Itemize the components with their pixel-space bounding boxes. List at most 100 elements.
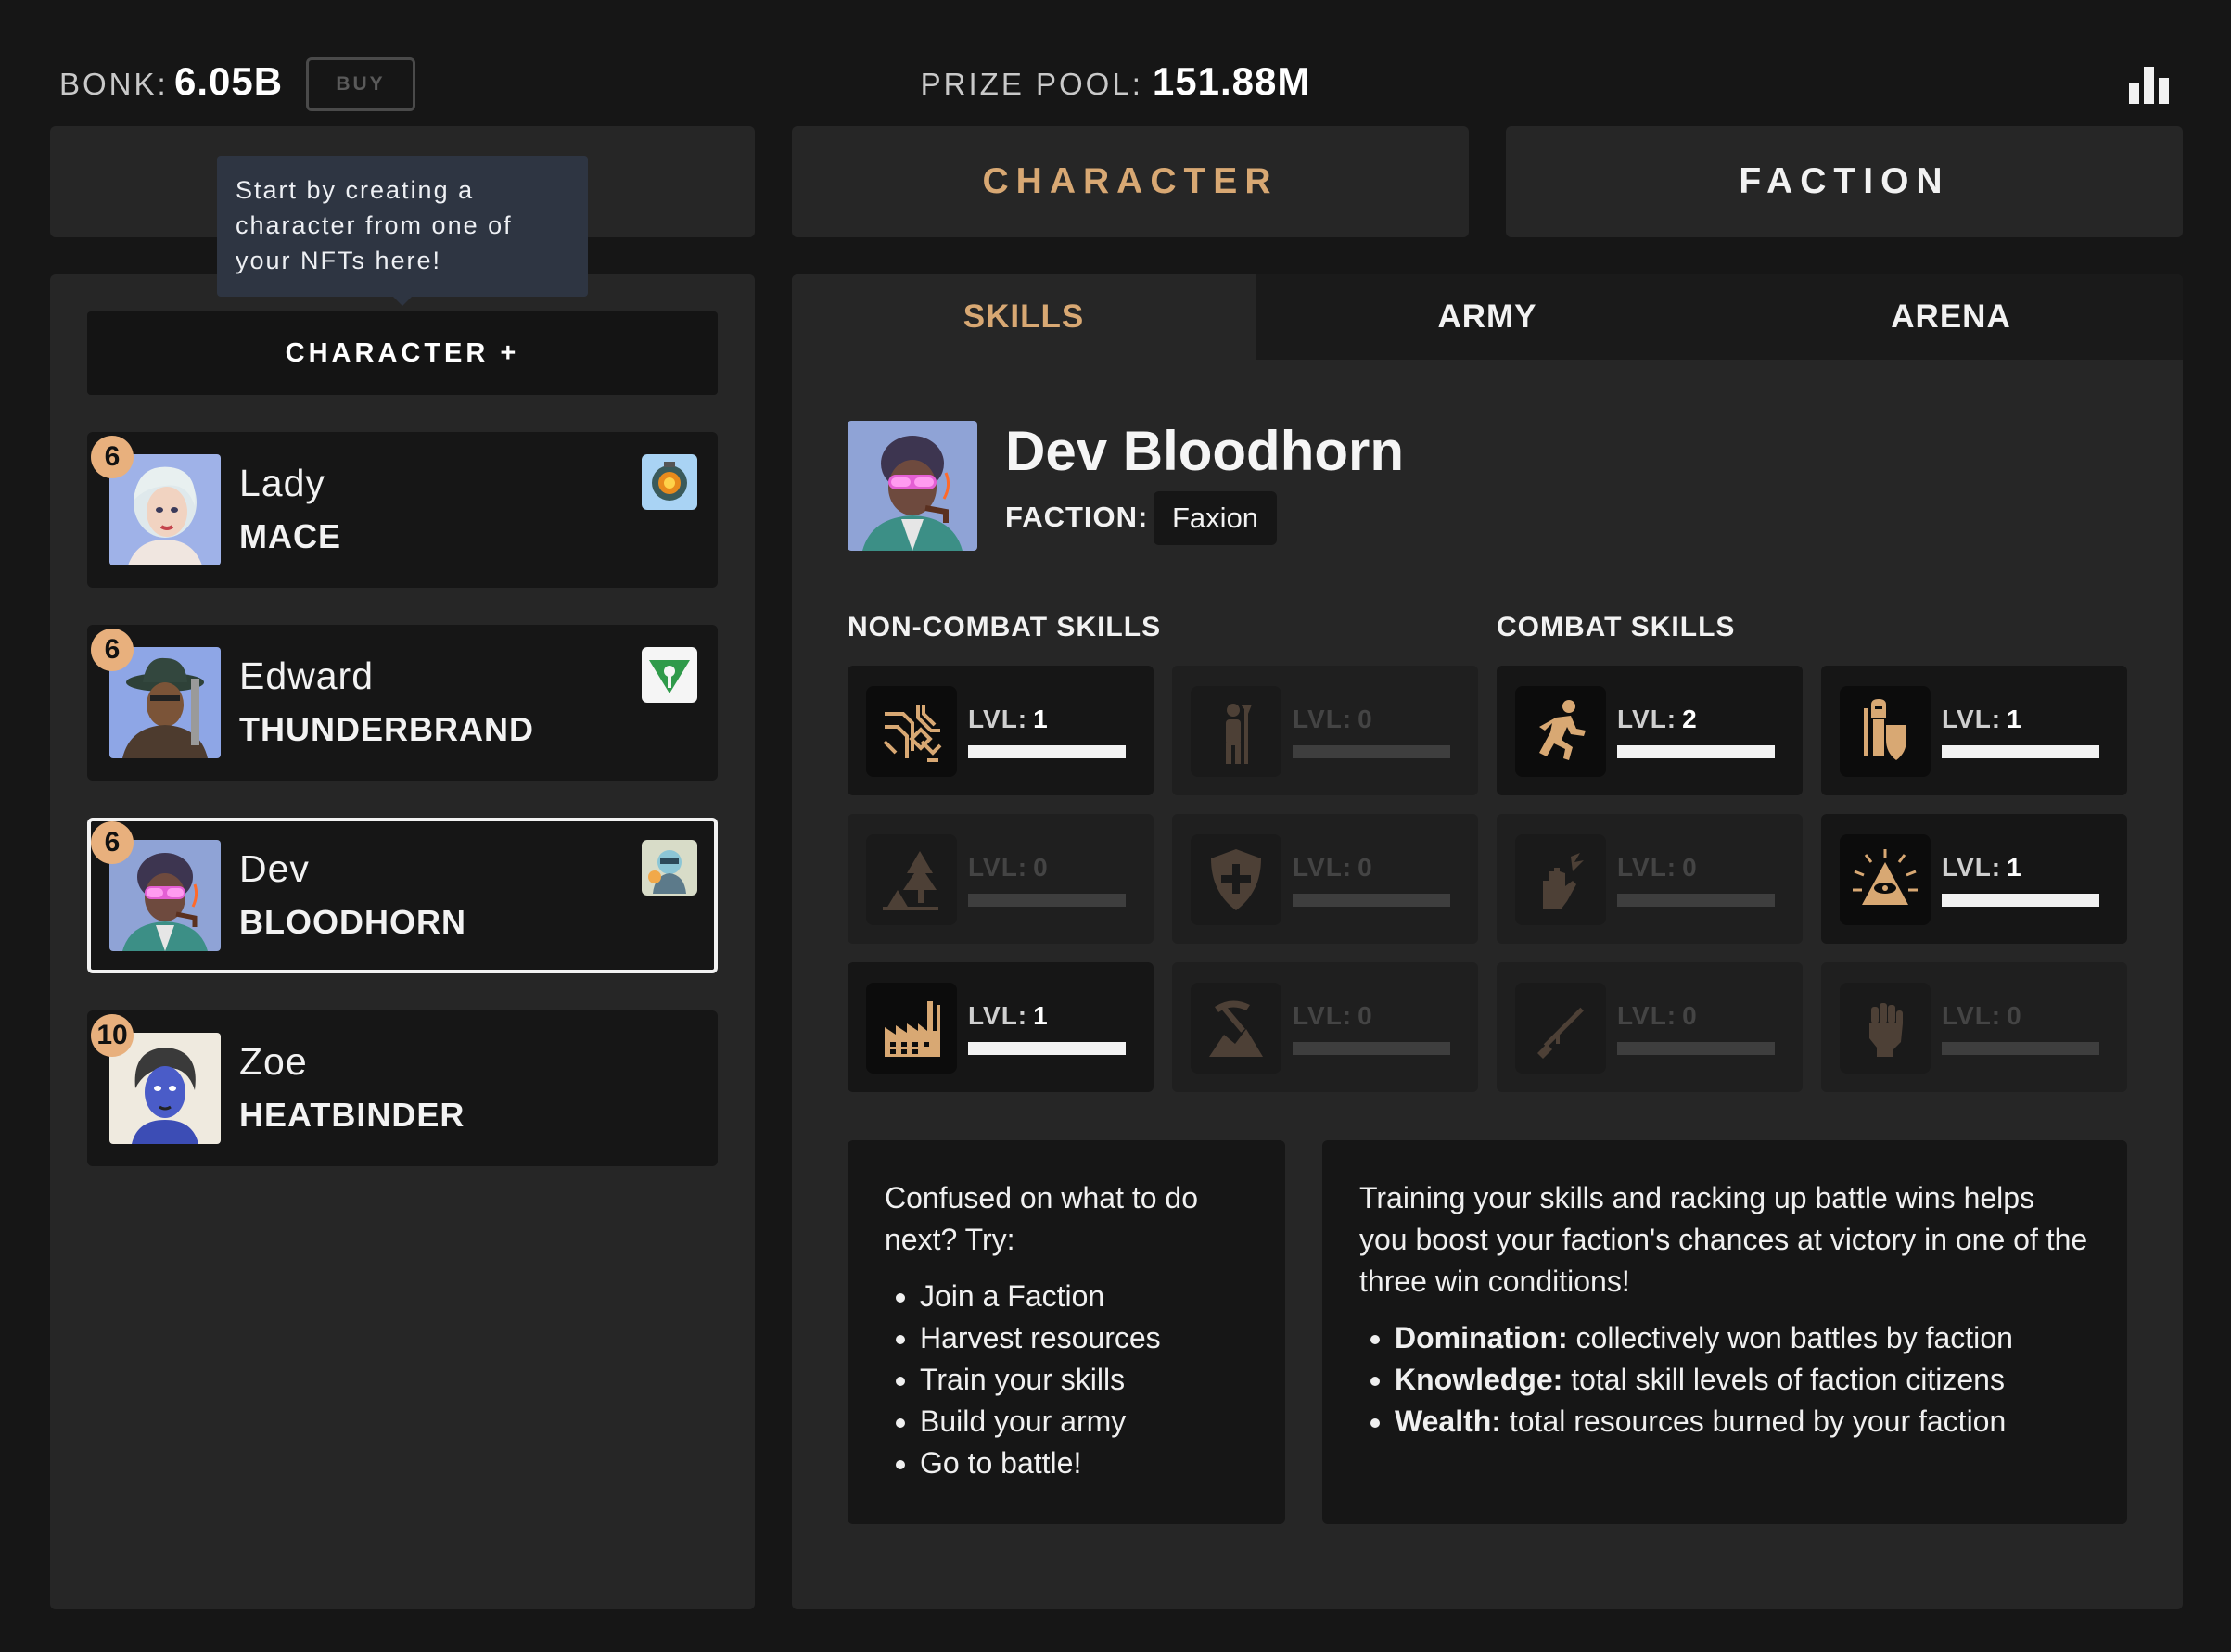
list-item: Go to battle! — [920, 1442, 1248, 1484]
skill-level: LVL: 0 — [1942, 1001, 2022, 1030]
level-badge: 6 — [91, 821, 134, 864]
skill-progress-bar — [1617, 1042, 1775, 1055]
skill-tile[interactable]: LVL: 1 — [848, 962, 1154, 1092]
skill-progress-bar — [1293, 894, 1450, 907]
skill-progress-bar — [1942, 745, 2099, 758]
skill-tile[interactable]: LVL: 0 — [848, 814, 1154, 944]
list-item: Harvest resources — [920, 1317, 1248, 1359]
combat-skills-title: COMBAT SKILLS — [1497, 612, 1736, 642]
help-box: Confused on what to do next? Try: Join a… — [848, 1140, 1285, 1524]
skill-progress-bar — [1942, 1042, 2099, 1055]
bonk-balance: 6.05B — [174, 59, 284, 103]
skill-tile[interactable]: LVL: 0 — [1497, 962, 1803, 1092]
factory-icon — [866, 983, 957, 1074]
level-badge: 6 — [91, 436, 134, 478]
character-card[interactable]: 6 Edward THUNDERBRAND — [87, 625, 718, 781]
character-last-name: THUNDERBRAND — [239, 710, 534, 748]
skill-tile[interactable]: LVL: 2 — [1497, 666, 1803, 795]
list-item: Join a Faction — [920, 1276, 1248, 1317]
profile-avatar — [848, 421, 977, 551]
faction-badge: Faxion — [1154, 491, 1278, 545]
list-item: Knowledge: total skill levels of faction… — [1395, 1359, 2090, 1401]
rifle-icon — [1515, 983, 1606, 1074]
skill-progress-bar — [1617, 894, 1775, 907]
shield-plus-icon — [1191, 834, 1281, 925]
faction-label: FACTION: — [1005, 501, 1149, 533]
circuit-icon — [866, 686, 957, 777]
skill-tile[interactable]: LVL: 0 — [1497, 814, 1803, 944]
skill-level: LVL: 0 — [1617, 1001, 1698, 1030]
skill-level: LVL: 0 — [1293, 1001, 1373, 1030]
bar-chart-icon[interactable] — [2129, 67, 2170, 104]
character-first-name: Zoe — [239, 1040, 308, 1083]
help-list: Join a Faction Harvest resources Train y… — [885, 1276, 1248, 1484]
non-combat-skills-title: NON-COMBAT SKILLS — [848, 612, 1162, 642]
win-conditions-intro: Training your skills and racking up batt… — [1359, 1181, 2088, 1298]
skill-level: LVL: 0 — [1293, 853, 1373, 882]
skill-level: LVL: 1 — [1942, 705, 2022, 733]
character-first-name: Dev — [239, 847, 310, 890]
skill-progress-bar — [968, 894, 1126, 907]
bonk-label: BONK: — [59, 67, 169, 101]
lantern-emblem-icon — [642, 454, 697, 510]
skill-tile[interactable]: LVL: 0 — [1172, 666, 1478, 795]
magic-hand-icon — [1515, 834, 1606, 925]
skill-progress-bar — [1617, 745, 1775, 758]
skill-level: LVL: 1 — [968, 1001, 1049, 1030]
skill-progress-bar — [1942, 894, 2099, 907]
skill-tile[interactable]: LVL: 1 — [1821, 814, 2127, 944]
robot-emblem-icon — [642, 840, 697, 896]
character-last-name: HEATBINDER — [239, 1096, 465, 1134]
tooltip-arrow — [391, 295, 414, 306]
forest-icon — [866, 834, 957, 925]
buy-button[interactable]: BUY — [306, 57, 415, 111]
character-card[interactable]: 6 Lady MACE — [87, 432, 718, 588]
skill-progress-bar — [1293, 1042, 1450, 1055]
win-conditions-box: Training your skills and racking up batt… — [1322, 1140, 2127, 1524]
skill-progress-bar — [1293, 745, 1450, 758]
skill-tile[interactable]: LVL: 1 — [848, 666, 1154, 795]
character-first-name: Lady — [239, 462, 325, 504]
character-first-name: Edward — [239, 654, 375, 697]
tab-army[interactable]: ARMY — [1256, 274, 1719, 360]
prize-pool-label: PRIZE POOL: — [920, 67, 1143, 101]
character-last-name: MACE — [239, 517, 341, 555]
character-last-name: BLOODHORN — [239, 903, 466, 941]
skill-progress-fill — [968, 1042, 1126, 1055]
farmer-icon — [1191, 686, 1281, 777]
skill-progress-fill — [968, 745, 1126, 758]
runner-icon — [1515, 686, 1606, 777]
fist-icon — [1840, 983, 1931, 1074]
win-conditions-list: Domination: collectively won battles by … — [1359, 1317, 2090, 1442]
skill-level: LVL: 2 — [1617, 705, 1698, 733]
skill-progress-bar — [968, 745, 1126, 758]
skill-tile[interactable]: LVL: 0 — [1172, 814, 1478, 944]
skill-level: LVL: 0 — [968, 853, 1049, 882]
prize-pool-value: 151.88M — [1152, 59, 1311, 103]
add-character-button[interactable]: CHARACTER + — [87, 311, 718, 395]
skill-level: LVL: 0 — [1617, 853, 1698, 882]
tab-arena[interactable]: ARENA — [1719, 274, 2183, 360]
character-name: Dev Bloodhorn — [1005, 420, 1404, 482]
onboarding-tooltip: Start by creating a character from one o… — [217, 156, 588, 297]
skill-tile[interactable]: LVL: 0 — [1172, 962, 1478, 1092]
skill-tile[interactable]: LVL: 1 — [1821, 666, 2127, 795]
knight-shield-icon — [1840, 686, 1931, 777]
character-card-selected[interactable]: 6 Dev BLOODHORN — [87, 818, 718, 973]
nav-faction[interactable]: FACTION — [1506, 126, 2183, 237]
skill-progress-fill — [1617, 745, 1775, 758]
green-crest-emblem-icon — [642, 647, 697, 703]
level-badge: 6 — [91, 629, 134, 671]
skill-level: LVL: 1 — [968, 705, 1049, 733]
nav-character[interactable]: CHARACTER — [792, 126, 1469, 237]
tab-skills[interactable]: SKILLS — [792, 274, 1256, 360]
character-card[interactable]: 10 Zoe HEATBINDER — [87, 1010, 718, 1166]
level-badge: 10 — [91, 1014, 134, 1057]
skill-tile[interactable]: LVL: 0 — [1821, 962, 2127, 1092]
skill-level: LVL: 0 — [1293, 705, 1373, 733]
skill-progress-fill — [1942, 745, 2099, 758]
list-item: Domination: collectively won battles by … — [1395, 1317, 2090, 1359]
skill-progress-bar — [968, 1042, 1126, 1055]
all-seeing-eye-icon — [1840, 834, 1931, 925]
list-item: Train your skills — [920, 1359, 1248, 1401]
